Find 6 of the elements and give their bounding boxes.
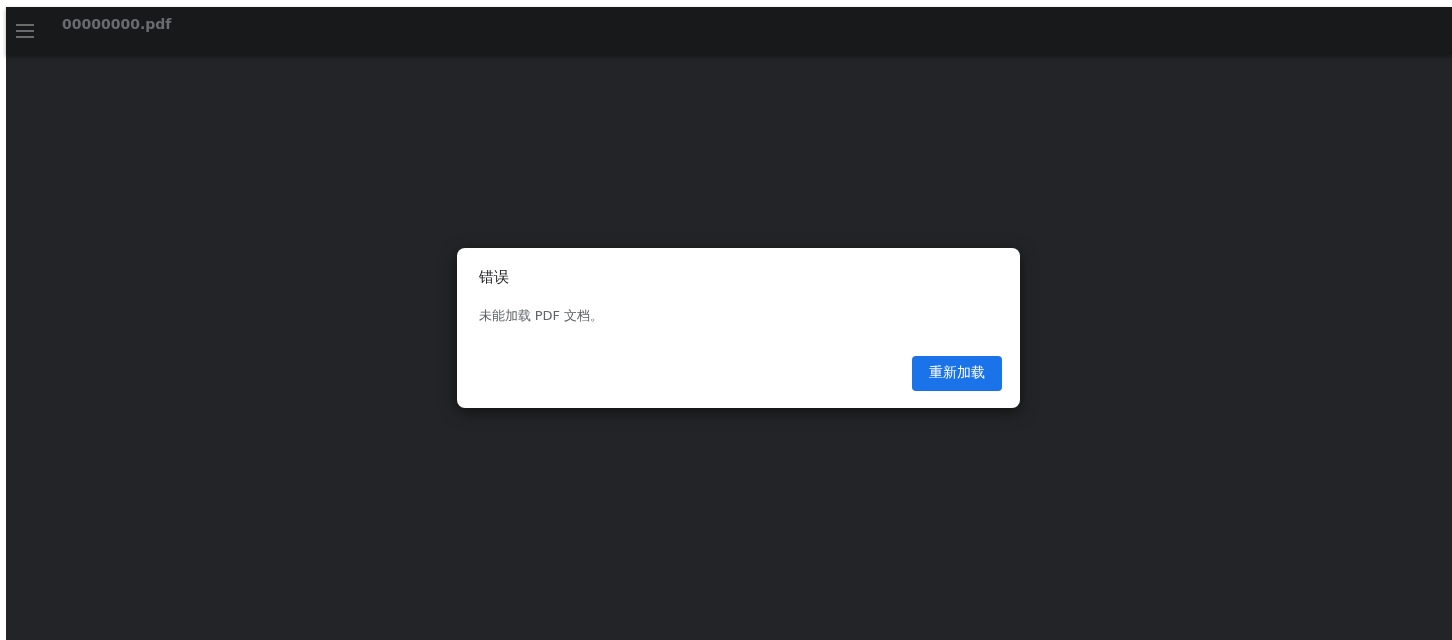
dialog-title: 错误 [478, 267, 510, 287]
menu-button[interactable] [15, 21, 35, 41]
menu-icon [16, 24, 34, 38]
dialog-message: 未能加载 PDF 文档。 [478, 306, 605, 325]
file-title: 00000000.pdf [62, 16, 172, 32]
reload-button[interactable]: 重新加载 [911, 355, 1002, 391]
